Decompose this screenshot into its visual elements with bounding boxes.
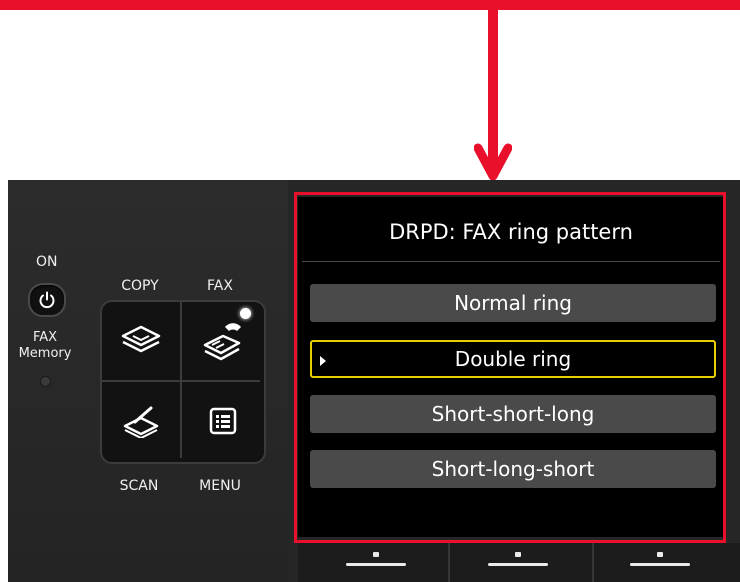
grid-divider: [102, 380, 260, 382]
soft-key-divider: [592, 543, 594, 582]
scan-icon: [123, 406, 159, 438]
soft-key-line: [488, 563, 548, 566]
copy-label: COPY: [121, 278, 159, 294]
annotation-line-horizontal: [0, 0, 740, 10]
menu-label: MENU: [199, 478, 241, 494]
soft-key-divider: [448, 543, 450, 582]
soft-key-line: [630, 563, 690, 566]
copy-icon: [121, 325, 161, 353]
soft-key-dot: [373, 552, 379, 557]
fax-label: FAX: [207, 278, 233, 294]
power-icon: [39, 291, 55, 309]
fax-button[interactable]: [192, 316, 254, 366]
fax-memory-label-line2: Memory: [18, 346, 72, 361]
soft-key-center[interactable]: [488, 552, 548, 566]
fax-icon: [203, 323, 241, 361]
soft-key-right[interactable]: [630, 552, 690, 566]
scan-label: SCAN: [119, 478, 159, 494]
annotation-arrow-icon: [474, 143, 512, 181]
fax-memory-led: [40, 376, 51, 387]
menu-icon: [209, 407, 237, 435]
power-button[interactable]: [28, 283, 66, 317]
annotation-highlight-box: [294, 192, 726, 543]
scan-button[interactable]: [110, 396, 172, 446]
menu-button[interactable]: [192, 396, 254, 446]
fax-memory-label-line1: FAX: [32, 330, 58, 345]
soft-key-left[interactable]: [346, 552, 406, 566]
fax-indicator-led: [240, 308, 251, 319]
soft-key-dot: [657, 552, 663, 557]
copy-button[interactable]: [110, 316, 172, 366]
soft-key-dot: [515, 552, 521, 557]
fax-memory-label: FAX Memory: [16, 330, 74, 362]
on-label: ON: [36, 254, 58, 270]
soft-key-line: [346, 563, 406, 566]
